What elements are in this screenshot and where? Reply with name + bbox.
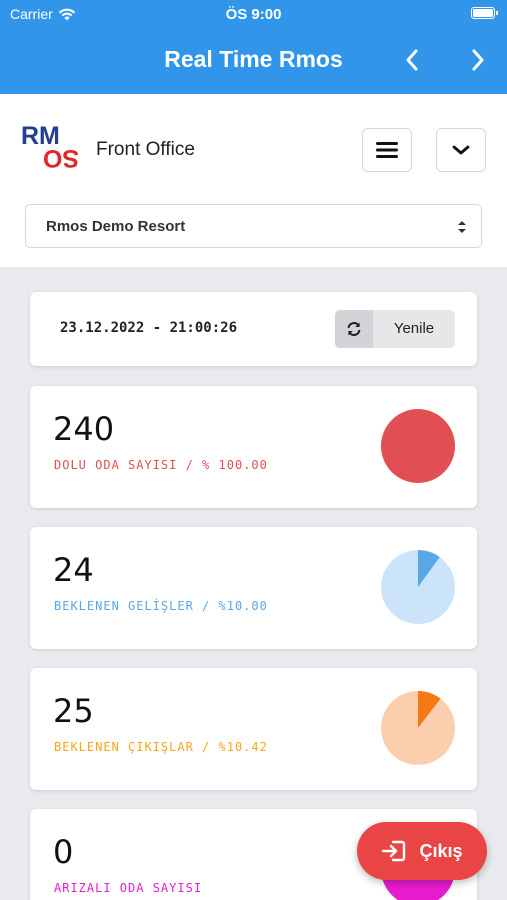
menu-button[interactable]	[362, 128, 412, 172]
date-card: 23.12.2022 - 21:00:26 Yenile	[30, 292, 477, 366]
chevron-down-icon	[452, 145, 470, 155]
stat-label: BEKLENEN GELİŞLER / %10.00	[54, 599, 268, 613]
arrivals-pie-chart	[381, 550, 455, 624]
hotel-select-value: Rmos Demo Resort	[46, 218, 186, 235]
stat-label: ARIZALI ODA SAYISI	[54, 881, 203, 895]
departures-pie-chart	[381, 691, 455, 765]
sign-in-icon	[382, 840, 406, 862]
page-title: Real Time Rmos	[164, 46, 343, 72]
svg-text:SO: SO	[43, 144, 79, 172]
report-datetime: 23.12.2022 - 21:00:26	[60, 320, 238, 336]
refresh-icon	[335, 310, 373, 348]
chevron-right-icon	[472, 49, 484, 71]
stat-label: BEKLENEN ÇIKIŞLAR / %10.42	[54, 740, 268, 754]
status-bar: Carrier ÖS 9:00	[0, 0, 507, 28]
exit-label: Çıkış	[419, 840, 463, 861]
collapse-button[interactable]	[436, 128, 486, 172]
refresh-button[interactable]: Yenile	[335, 310, 455, 348]
select-arrows-icon	[458, 221, 466, 233]
battery-icon	[471, 7, 498, 19]
nav-bar: Real Time Rmos	[0, 28, 507, 94]
occupied-rooms-card: 240 DOLU ODA SAYISI / % 100.00	[30, 386, 477, 508]
stat-value: 240	[53, 410, 115, 448]
hotel-select[interactable]: Rmos Demo Resort	[25, 204, 482, 248]
exit-button[interactable]: Çıkış	[357, 822, 487, 880]
hamburger-menu-icon	[376, 142, 398, 158]
app-name: Front Office	[96, 139, 195, 160]
refresh-label: Yenile	[393, 320, 435, 337]
stat-value: 24	[53, 551, 94, 589]
pie-background	[381, 409, 455, 483]
prev-button[interactable]	[394, 42, 430, 78]
stat-label: DOLU ODA SAYISI / % 100.00	[54, 458, 268, 472]
expected-arrivals-card: 24 BEKLENEN GELİŞLER / %10.00	[30, 527, 477, 649]
stat-value: 25	[53, 692, 94, 730]
expected-departures-card: 25 BEKLENEN ÇIKIŞLAR / %10.42	[30, 668, 477, 790]
rmos-logo: RM SO	[21, 122, 79, 172]
next-button[interactable]	[460, 42, 496, 78]
chevron-left-icon	[406, 49, 418, 71]
header-panel: RM SO Front Office Rmos Demo Resort	[0, 94, 507, 267]
stat-value: 0	[53, 833, 74, 871]
status-time: ÖS 9:00	[225, 6, 282, 23]
occupancy-pie-chart	[381, 409, 455, 483]
